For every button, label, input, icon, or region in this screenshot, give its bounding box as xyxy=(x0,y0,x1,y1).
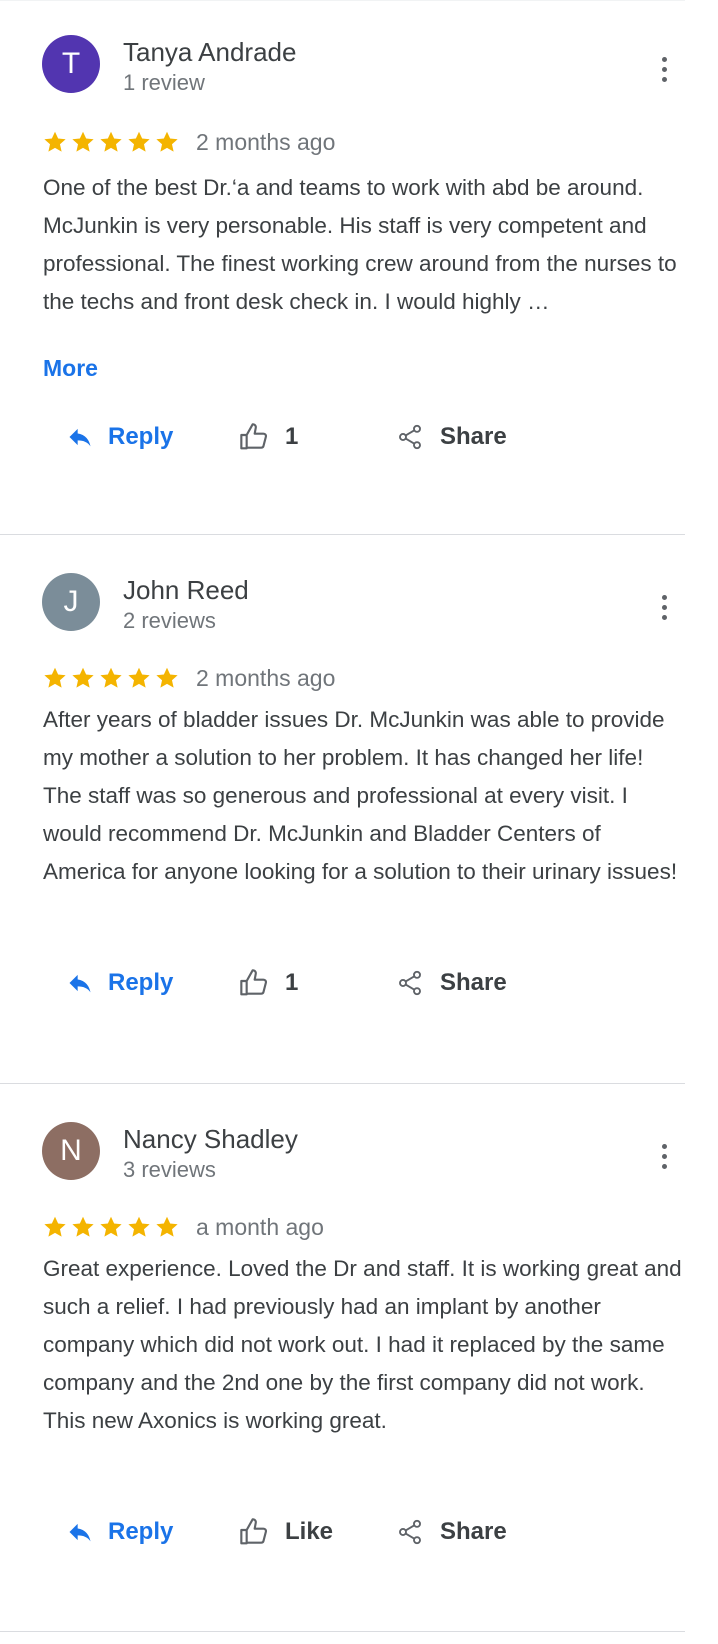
rating-row: 2 months ago xyxy=(42,661,335,695)
star-icon xyxy=(98,665,124,691)
review-date: a month ago xyxy=(196,1213,324,1240)
reviewer-name[interactable]: Nancy Shadley xyxy=(123,1124,298,1154)
more-options-icon[interactable] xyxy=(652,589,676,625)
star-icon xyxy=(126,1214,152,1240)
star-icon xyxy=(70,129,96,155)
reviewer-review-count: 3 reviews xyxy=(123,1157,216,1182)
star-icon xyxy=(98,129,124,155)
thumbs-up-icon xyxy=(238,967,285,999)
reply-label: Reply xyxy=(108,969,174,996)
star-icon xyxy=(70,1214,96,1240)
star-icon xyxy=(154,665,180,691)
rating-row: a month ago xyxy=(42,1210,324,1244)
reply-icon xyxy=(66,423,108,451)
reply-button[interactable]: Reply xyxy=(66,415,173,459)
review-date: 2 months ago xyxy=(196,128,336,155)
like-label: Like xyxy=(285,1518,334,1545)
like-button[interactable]: 1 xyxy=(238,415,298,459)
like-count: 1 xyxy=(285,969,299,996)
reviewer-review-count: 1 review xyxy=(123,70,205,95)
more-link[interactable]: More xyxy=(43,353,98,383)
thumbs-up-icon xyxy=(238,1516,285,1548)
share-icon xyxy=(396,1517,440,1547)
like-button[interactable]: 1 xyxy=(238,961,298,1005)
reviewer-name[interactable]: John Reed xyxy=(123,575,249,605)
review-actions: Reply 1 Share xyxy=(0,415,685,459)
review-card: N Nancy Shadley 3 reviews a month ago Gr… xyxy=(0,1084,685,1632)
star-icon xyxy=(42,129,68,155)
share-button[interactable]: Share xyxy=(396,415,507,459)
review-text: Great experience. Loved the Dr and staff… xyxy=(43,1256,682,1433)
review-card: J John Reed 2 reviews 2 months ago After… xyxy=(0,535,685,1084)
reply-label: Reply xyxy=(108,423,174,450)
share-button[interactable]: Share xyxy=(396,1510,507,1554)
review-text: One of the best Dr.‘a and teams to work … xyxy=(43,175,677,314)
star-icon xyxy=(70,665,96,691)
reply-label: Reply xyxy=(108,1518,174,1545)
share-icon xyxy=(396,422,440,452)
rating-row: 2 months ago xyxy=(42,125,335,159)
more-options-icon[interactable] xyxy=(652,1138,676,1174)
reply-button[interactable]: Reply xyxy=(66,961,173,1005)
review-actions: Reply 1 Share xyxy=(0,961,685,1005)
share-icon xyxy=(396,968,440,998)
like-button[interactable]: Like xyxy=(238,1510,333,1554)
share-button[interactable]: Share xyxy=(396,961,507,1005)
review-card: T Tanya Andrade 1 review 2 months ago On… xyxy=(0,1,685,535)
star-icon xyxy=(98,1214,124,1240)
share-label: Share xyxy=(440,969,507,996)
star-icon xyxy=(42,1214,68,1240)
star-icon xyxy=(42,665,68,691)
review-actions: Reply Like Share xyxy=(0,1510,685,1554)
reviewer-name[interactable]: Tanya Andrade xyxy=(123,37,296,67)
star-rating xyxy=(42,129,180,155)
thumbs-up-icon xyxy=(238,421,285,453)
star-icon xyxy=(126,129,152,155)
avatar[interactable]: J xyxy=(42,573,100,631)
review-text: After years of bladder issues Dr. McJunk… xyxy=(43,707,678,884)
star-icon xyxy=(154,129,180,155)
share-label: Share xyxy=(440,1518,507,1545)
star-rating xyxy=(42,1214,180,1240)
share-label: Share xyxy=(440,423,507,450)
more-options-icon[interactable] xyxy=(652,51,676,87)
star-icon xyxy=(154,1214,180,1240)
star-icon xyxy=(126,665,152,691)
avatar[interactable]: N xyxy=(42,1122,100,1180)
avatar[interactable]: T xyxy=(42,35,100,93)
reviewer-review-count: 2 reviews xyxy=(123,608,216,633)
like-count: 1 xyxy=(285,423,299,450)
reply-button[interactable]: Reply xyxy=(66,1510,173,1554)
reply-icon xyxy=(66,969,108,997)
star-rating xyxy=(42,665,180,691)
reply-icon xyxy=(66,1518,108,1546)
review-date: 2 months ago xyxy=(196,664,336,691)
